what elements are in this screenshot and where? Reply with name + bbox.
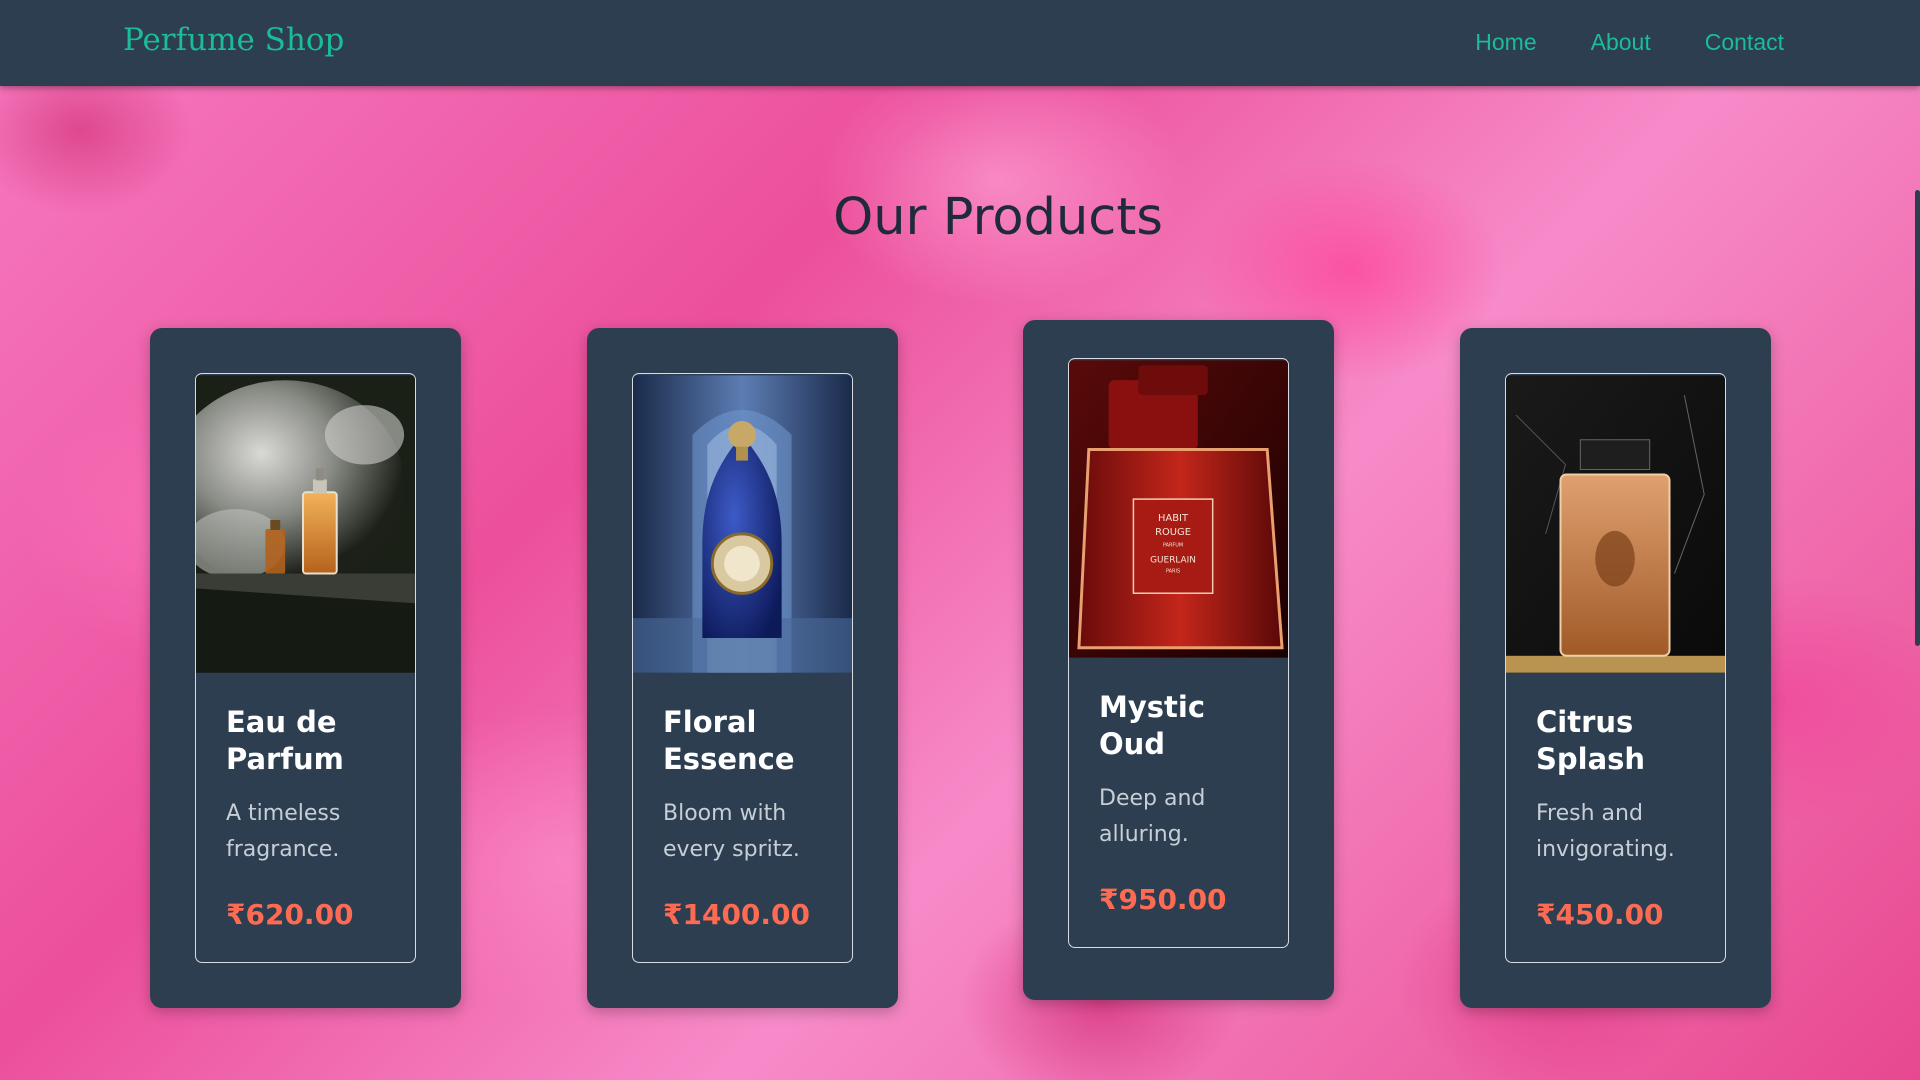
bottle-label-text: PARFUM — [1163, 543, 1183, 549]
perfume-bottle-smoke-image — [196, 375, 415, 673]
nav-link-home[interactable]: Home — [1475, 29, 1536, 56]
product-description: Fresh and invigorating. — [1536, 801, 1675, 862]
bottle-label-text: GUERLAIN — [1150, 556, 1196, 566]
product-name: Citrus Splash — [1536, 705, 1646, 776]
product-card[interactable]: Floral Essence Bloom with every spritz. … — [632, 373, 853, 963]
perfume-bottle-amber-image — [1506, 375, 1725, 673]
product-card-wrapper: Eau de Parfum A timeless fragrance. ₹620… — [150, 328, 461, 1008]
bottle-label-text: ROUGE — [1155, 527, 1191, 538]
nav-link-about[interactable]: About — [1591, 29, 1651, 56]
perfume-bottle-red-image: HABIT ROUGE PARFUM GUERLAIN PARIS — [1069, 360, 1288, 658]
card-body: Mystic Oud Deep and alluring. ₹950.00 — [1069, 659, 1288, 916]
bottle-label-text: HABIT — [1158, 513, 1189, 524]
scrollbar-thumb[interactable] — [1915, 190, 1920, 646]
product-price: ₹620.00 — [226, 898, 354, 931]
product-name: Floral Essence — [663, 705, 795, 776]
product-name: Mystic Oud — [1099, 690, 1206, 761]
product-description: A timeless fragrance. — [226, 801, 341, 862]
perfume-bottle-blue-image — [633, 375, 852, 673]
product-card[interactable]: Eau de Parfum A timeless fragrance. ₹620… — [195, 373, 416, 963]
navbar: Perfume Shop Home About Contact — [0, 0, 1920, 86]
nav-links: Home About Contact — [1475, 29, 1784, 56]
product-card-wrapper: Floral Essence Bloom with every spritz. … — [587, 328, 898, 1008]
card-body: Floral Essence Bloom with every spritz. … — [633, 674, 852, 931]
card-body: Citrus Splash Fresh and invigorating. ₹4… — [1506, 674, 1725, 931]
brand-logo[interactable]: Perfume Shop — [123, 22, 344, 58]
product-card[interactable]: HABIT ROUGE PARFUM GUERLAIN PARIS Mystic… — [1068, 358, 1289, 948]
product-description: Bloom with every spritz. — [663, 801, 800, 862]
page-title: Our Products — [833, 188, 1163, 247]
product-price: ₹1400.00 — [663, 898, 811, 931]
product-card-wrapper: Citrus Splash Fresh and invigorating. ₹4… — [1460, 328, 1771, 1008]
product-description: Deep and alluring. — [1099, 786, 1206, 847]
nav-link-contact[interactable]: Contact — [1705, 29, 1784, 56]
product-price: ₹950.00 — [1099, 883, 1227, 916]
product-card[interactable]: Citrus Splash Fresh and invigorating. ₹4… — [1505, 373, 1726, 963]
product-name: Eau de Parfum — [226, 705, 344, 776]
bottle-label-text: PARIS — [1166, 568, 1180, 574]
card-body: Eau de Parfum A timeless fragrance. ₹620… — [196, 674, 415, 931]
product-card-wrapper: HABIT ROUGE PARFUM GUERLAIN PARIS Mystic… — [1023, 320, 1334, 1000]
product-price: ₹450.00 — [1536, 898, 1664, 931]
